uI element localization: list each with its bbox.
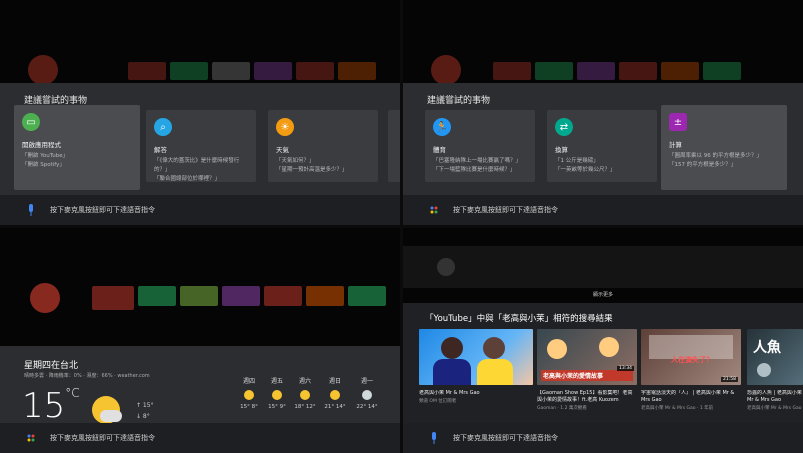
suggestion-card-calculate[interactable]: ± 計算 「圓周率乘以 96 的平方根是多少？」 「157 的平方根是多少？」 xyxy=(661,105,787,190)
card-example: 的？」 xyxy=(154,167,171,173)
assistant-dots-icon[interactable] xyxy=(429,204,439,216)
voice-hint-bar: 按下麥克風按鈕即可下達語音指令 xyxy=(403,423,803,453)
assistant-dots-icon[interactable] xyxy=(26,432,36,444)
card-example: 「天氣如何？」 xyxy=(276,158,315,164)
suggestions-panel: 建議嘗試的事物 ▭ 開啟應用程式 「開啟 YouTube」 「開啟 Spotif… xyxy=(0,83,400,195)
card-example: 「圓周率乘以 96 的平方根是多少？」 xyxy=(669,153,762,159)
card-example: 「星期一預計高溫是多少？」 xyxy=(276,167,348,173)
video-meta: 老高與小茉 Mr & Mrs Gao · 1 年前 xyxy=(641,406,714,411)
show-more-link[interactable]: 顯示更多 xyxy=(403,291,803,298)
voice-hint-text: 按下麥克風按鈕即可下達語音指令 xyxy=(50,434,155,442)
video-card[interactable]: 人魚 恐蟲的人魚 | 老高與小茉 Mr & Mrs Gao 老高與小茉 Mr &… xyxy=(747,329,803,411)
section-title: 建議嘗試的事物 xyxy=(427,96,491,106)
card-example: 「《偉大的蓋茨比》是什麼時候發行 xyxy=(154,158,240,164)
search-header xyxy=(403,246,803,288)
card-example: 「1 公斤是幾磅」 xyxy=(555,158,599,164)
video-thumbnail: 人在演失了？ 21:58 xyxy=(641,329,741,385)
search-icon[interactable] xyxy=(437,258,455,276)
current-temperature: 15°C xyxy=(22,386,80,426)
convert-icon: ⇄ xyxy=(555,118,573,136)
screen-weather: 星期四在台北 晴時多雲 · 降雨機率：0% · 濕度：66% · weather… xyxy=(0,228,400,453)
video-card[interactable]: 老高與小茉的愛情故事 13:34 【Gaoman Show Ep15】看影集吧！… xyxy=(537,329,637,411)
results-title: 「YouTube」中與「老高與小茉」相符的搜尋結果 xyxy=(425,314,613,324)
voice-hint-bar: 按下麥克風按鈕即可下達語音指令 xyxy=(403,195,803,225)
video-meta: Gaoman · 1.2 萬次觀看 xyxy=(537,406,587,411)
youtube-results-panel: 「YouTube」中與「老高與小茉」相符的搜尋結果 老高與小茉 Mr & Mrs… xyxy=(403,303,803,423)
screen-suggestions-1: 建議嘗試的事物 ▭ 開啟應用程式 「開啟 YouTube」 「開啟 Spotif… xyxy=(0,0,400,225)
suggestion-card-weather[interactable]: ☀ 天氣 「天氣如何？」 「星期一預計高溫是多少？」 xyxy=(268,110,378,182)
weather-details: 晴時多雲 · 降雨機率：0% · 濕度：66% · weather.com xyxy=(24,373,150,379)
suggestion-card-answers[interactable]: ⌕ 解答 「《偉大的蓋茨比》是什麼時候發行 的？」 「聯合國總部位於哪裡？」 xyxy=(146,110,256,182)
sun-icon xyxy=(330,390,340,400)
video-thumbnail: 老高與小茉的愛情故事 13:34 xyxy=(537,329,637,385)
launcher-app-row xyxy=(0,62,400,80)
mic-icon[interactable] xyxy=(26,204,36,216)
card-example: 「一英畝等於幾公尺？」 xyxy=(555,167,616,173)
video-title: 老高與小茉 Mr & Mrs Gao xyxy=(419,390,480,396)
card-example: 「巴塞隆納隊上一場比賽贏了嗎？」 xyxy=(433,158,522,164)
forecast-day[interactable]: 週日 21° 14° xyxy=(322,376,348,410)
video-card[interactable]: 人在演失了？ 21:58 宇宙電話淡天的『人』 | 老高與小茉 Mr & Mrs… xyxy=(641,329,741,411)
launcher-app-row xyxy=(403,62,803,80)
voice-hint-text: 按下麥克風按鈕即可下達語音指令 xyxy=(453,206,558,214)
video-meta: 頻道 OM 位訂閱者 xyxy=(419,399,457,404)
high-low: ↑ 15° ↓ 8° xyxy=(136,402,154,420)
card-example: 「開啟 Spotify」 xyxy=(22,162,65,168)
calc-icon: ± xyxy=(669,113,687,131)
launcher-app-row xyxy=(0,286,400,310)
card-title: 解答 xyxy=(154,146,167,154)
card-title: 體育 xyxy=(433,146,446,154)
forecast-day[interactable]: 週一 22° 14° xyxy=(354,376,380,410)
sun-icon: ☀ xyxy=(276,118,294,136)
suggestion-card-partial[interactable] xyxy=(388,110,400,182)
forecast-day[interactable]: 週四 15° 8° xyxy=(236,376,262,410)
voice-hint-text: 按下麥克風按鈕即可下達語音指令 xyxy=(50,206,155,214)
sun-icon xyxy=(244,390,254,400)
app-icon: ▭ xyxy=(22,113,40,131)
video-title: 宇宙電話淡天的『人』 | 老高與小茉 Mr & Mrs Gao xyxy=(641,390,735,403)
video-thumbnail: 人魚 xyxy=(747,329,803,385)
suggestion-card-convert[interactable]: ⇄ 換算 「1 公斤是幾磅」 「一英畝等於幾公尺？」 xyxy=(547,110,657,182)
rain-icon xyxy=(362,390,372,400)
card-title: 換算 xyxy=(555,146,568,154)
video-title: 【Gaoman Show Ep15】看影集吧！老高與小茉的愛情故事！ft.老高 … xyxy=(537,390,633,403)
weather-title: 星期四在台北 xyxy=(24,361,79,371)
voice-hint-bar: 按下麥克風按鈕即可下達語音指令 xyxy=(0,423,400,453)
voice-hint-bar: 按下麥克風按鈕即可下達語音指令 xyxy=(0,195,400,225)
card-example: 「開啟 YouTube」 xyxy=(22,153,69,159)
card-title: 天氣 xyxy=(276,146,289,154)
video-card[interactable]: 老高與小茉 Mr & Mrs Gao 頻道 OM 位訂閱者 xyxy=(419,329,533,404)
voice-hint-text: 按下麥克風按鈕即可下達語音指令 xyxy=(453,434,558,442)
search-icon: ⌕ xyxy=(154,118,172,136)
screen-youtube-results: 顯示更多 「YouTube」中與「老高與小茉」相符的搜尋結果 老高與小茉 Mr … xyxy=(403,228,803,453)
cloud-icon xyxy=(100,410,122,422)
sun-icon xyxy=(300,390,310,400)
card-example: 「下一場藍隊比賽是什麼時候？」 xyxy=(433,167,516,173)
sun-icon xyxy=(272,390,282,400)
run-icon: 🏃 xyxy=(433,118,451,136)
video-meta: 老高與小茉 Mr & Mrs Gao xyxy=(747,406,802,411)
mic-icon[interactable] xyxy=(429,432,439,444)
weather-panel: 星期四在台北 晴時多雲 · 降雨機率：0% · 濕度：66% · weather… xyxy=(0,346,400,426)
suggestions-panel: 建議嘗試的事物 🏃 體育 「巴塞隆納隊上一場比賽贏了嗎？」 「下一場藍隊比賽是什… xyxy=(403,83,803,195)
video-title: 恐蟲的人魚 | 老高與小茉 Mr & Mrs Gao xyxy=(747,390,802,403)
card-title: 計算 xyxy=(669,141,682,149)
suggestion-card-open-app[interactable]: ▭ 開啟應用程式 「開啟 YouTube」 「開啟 Spotify」 xyxy=(14,105,140,190)
video-thumbnail xyxy=(419,329,533,385)
card-example: 「157 的平方根是多少？」 xyxy=(669,162,737,168)
screen-suggestions-2: 建議嘗試的事物 🏃 體育 「巴塞隆納隊上一場比賽贏了嗎？」 「下一場藍隊比賽是什… xyxy=(403,0,803,225)
forecast-day[interactable]: 週五 15° 9° xyxy=(264,376,290,410)
suggestion-card-sports[interactable]: 🏃 體育 「巴塞隆納隊上一場比賽贏了嗎？」 「下一場藍隊比賽是什麼時候？」 xyxy=(425,110,535,182)
card-title: 開啟應用程式 xyxy=(22,141,61,149)
forecast-day[interactable]: 週六 18° 12° xyxy=(292,376,318,410)
card-example: 「聯合國總部位於哪裡？」 xyxy=(154,176,221,182)
